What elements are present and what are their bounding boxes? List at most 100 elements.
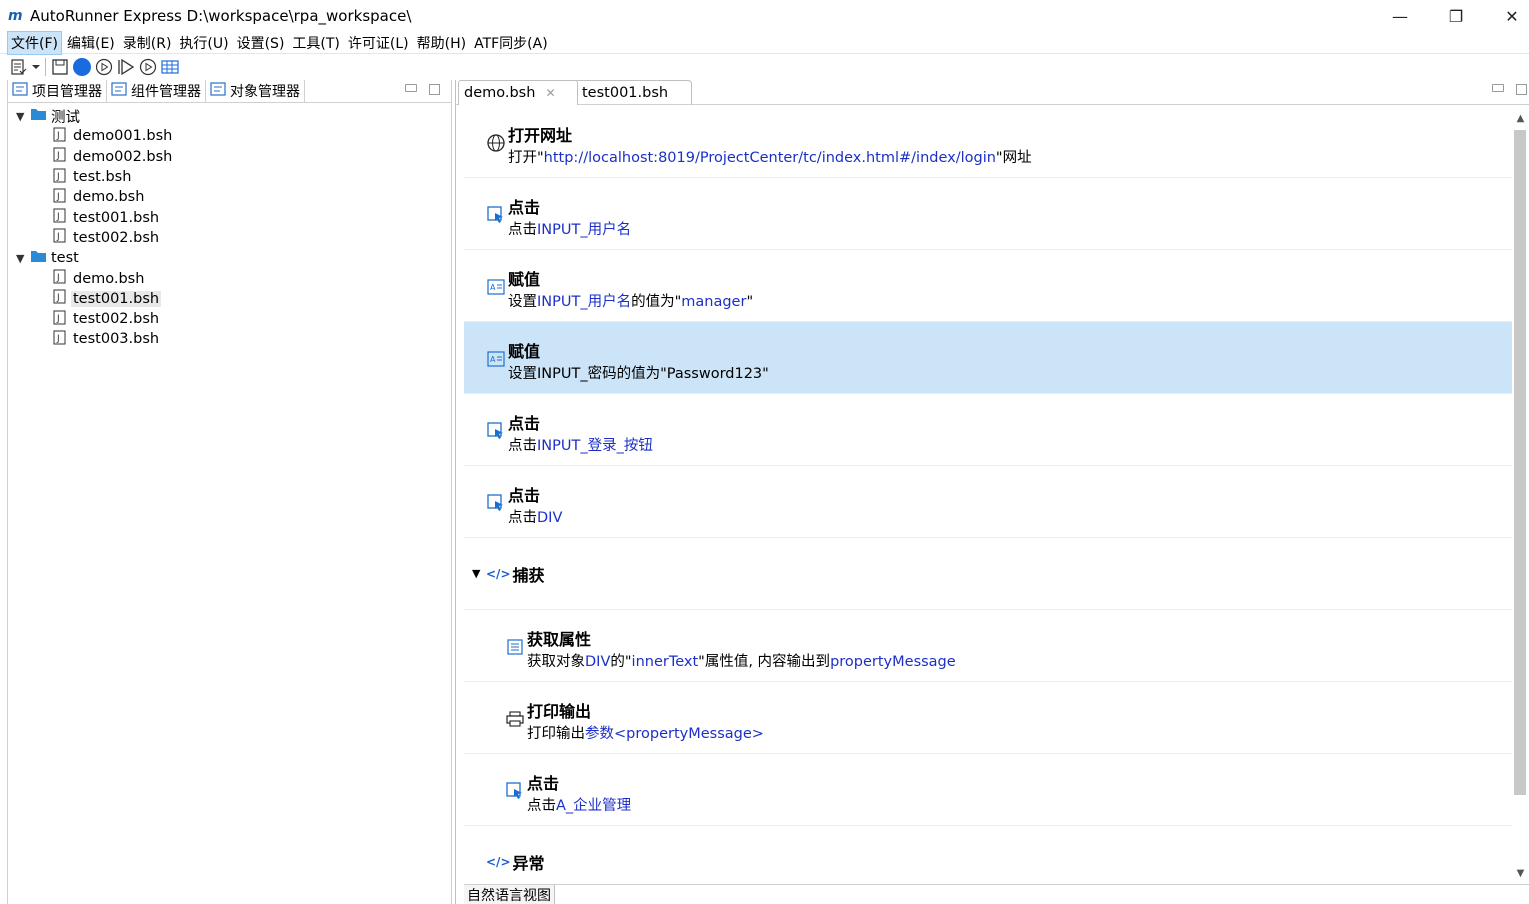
tree-file-label: demo001.bsh (73, 128, 173, 145)
script-file-icon: J (53, 289, 66, 308)
panel-maximize-button[interactable] (429, 84, 440, 95)
run-all-icon[interactable] (137, 56, 159, 78)
tree-file[interactable]: Jdemo002.bsh (8, 147, 452, 167)
tree-folder-ceshi[interactable]: ▼ 测试 (8, 106, 452, 126)
chevron-down-icon[interactable]: ▼ (16, 110, 30, 123)
menu-atf-sync[interactable]: ATF同步(A) (471, 32, 551, 54)
step-click[interactable]: 点击 点击DIV (464, 466, 1512, 538)
menu-record[interactable]: 录制(R) (120, 32, 175, 54)
step-description: 打印输出参数<propertyMessage> (527, 726, 764, 742)
menu-settings[interactable]: 设置(S) (234, 32, 288, 54)
record-icon[interactable] (71, 56, 93, 78)
panel-view-icon (12, 82, 28, 100)
svg-text:J: J (56, 273, 60, 283)
tree-file-label: demo.bsh (73, 189, 145, 206)
step-click[interactable]: 点击 点击A_企业管理 (464, 754, 1512, 826)
script-file-icon: J (53, 269, 66, 288)
tree-file[interactable]: Jtest003.bsh (8, 329, 452, 349)
step-run-icon[interactable] (115, 56, 137, 78)
save-icon[interactable] (49, 56, 71, 78)
step-assign-selected[interactable]: A 赋值 设置INPUT_密码的值为"Password123" (464, 322, 1512, 394)
bottom-view-tabs: 自然语言视图 (464, 884, 1529, 904)
step-title: 赋值 (508, 270, 541, 289)
step-get-property[interactable]: 获取属性 获取对象DIV的"innerText"属性值, 内容输出到proper… (464, 610, 1512, 682)
tab-demo-bsh[interactable]: demo.bsh ✕ (458, 80, 578, 105)
tree-file[interactable]: Jtest002.bsh (8, 228, 452, 248)
tab-project-manager[interactable]: 项目管理器 (8, 80, 107, 102)
menu-license[interactable]: 许可证(L) (345, 32, 412, 54)
group-title: 捕获 (512, 565, 545, 585)
tab-label: test001.bsh (582, 85, 669, 101)
grid-table-icon[interactable] (159, 56, 181, 78)
scroll-up-icon[interactable]: ▲ (1512, 110, 1529, 127)
step-click[interactable]: 点击 点击INPUT_用户名 (464, 178, 1512, 250)
panel-maximize-button[interactable] (1516, 84, 1527, 95)
step-description: 设置INPUT_用户名的值为"manager" (508, 294, 754, 310)
tab-test001-bsh[interactable]: test001.bsh (574, 80, 692, 105)
print-icon (506, 710, 524, 728)
left-panel: 项目管理器 组件管理器 对象管理器 ▼ 测试 Jdemo001.bsh Jdem… (7, 80, 452, 904)
tree-file[interactable]: Jtest002.bsh (8, 309, 452, 329)
tree-folder-label: test (51, 250, 79, 267)
run-icon[interactable] (93, 56, 115, 78)
step-click[interactable]: 点击 点击INPUT_登录_按钮 (464, 394, 1512, 466)
restore-button[interactable]: ❐ (1428, 0, 1484, 32)
script-steps-list: 打开网址 打开"http://localhost:8019/ProjectCen… (464, 106, 1512, 882)
tab-label: 组件管理器 (131, 84, 201, 100)
tree-file[interactable]: Jdemo001.bsh (8, 126, 452, 146)
scroll-down-icon[interactable]: ▼ (1512, 865, 1529, 882)
editor-tabs: demo.bsh ✕ test001.bsh (456, 80, 1529, 105)
new-script-icon[interactable] (8, 56, 30, 78)
svg-text:J: J (56, 314, 60, 324)
tree-file[interactable]: Jdemo.bsh (8, 268, 452, 288)
menu-file[interactable]: 文件(F) (7, 30, 62, 55)
step-print-output[interactable]: 打印输出 打印输出参数<propertyMessage> (464, 682, 1512, 754)
panel-minimize-button[interactable] (1492, 84, 1504, 92)
chevron-down-icon[interactable]: ▼ (16, 252, 30, 265)
menu-tools[interactable]: 工具(T) (289, 32, 342, 54)
panel-minimize-button[interactable] (405, 84, 417, 92)
menu-help[interactable]: 帮助(H) (414, 32, 469, 54)
tree-file[interactable]: Jdemo.bsh (8, 187, 452, 207)
script-file-icon: J (53, 228, 66, 247)
left-panel-controls (405, 84, 440, 95)
tree-file[interactable]: Jtest.bsh (8, 167, 452, 187)
svg-text:A: A (490, 283, 496, 292)
click-icon (506, 782, 524, 800)
tab-label: 项目管理器 (32, 84, 102, 100)
tab-object-manager[interactable]: 对象管理器 (206, 80, 305, 102)
tab-label: 对象管理器 (230, 84, 300, 100)
tree-file[interactable]: Jtest001.bsh (8, 207, 452, 227)
close-tab-icon[interactable]: ✕ (545, 86, 555, 100)
tab-natural-language-view[interactable]: 自然语言视图 (464, 885, 555, 904)
chevron-down-icon[interactable]: ▼ (472, 567, 486, 580)
click-icon (487, 422, 505, 440)
step-title: 点击 (508, 486, 541, 505)
script-file-icon: J (53, 310, 66, 329)
svg-text:J: J (56, 232, 60, 242)
script-file-icon: J (53, 188, 66, 207)
tree-file-label: demo.bsh (73, 270, 145, 287)
tree-file-label: test002.bsh (73, 311, 160, 328)
vertical-scrollbar[interactable]: ▲ ▼ (1512, 110, 1529, 882)
tree-file-selected[interactable]: Jtest001.bsh (8, 289, 452, 309)
script-file-icon: J (53, 208, 66, 227)
group-capture[interactable]: ▼ </> 捕获 (464, 538, 1512, 610)
close-button[interactable]: ✕ (1484, 0, 1529, 32)
folder-icon (30, 249, 47, 267)
title-bar: m AutoRunner Express D:\workspace\rpa_wo… (0, 0, 1529, 32)
dropdown-arrow-icon[interactable] (30, 56, 42, 78)
tree-folder-test[interactable]: ▼ test (8, 248, 452, 268)
step-open-url[interactable]: 打开网址 打开"http://localhost:8019/ProjectCen… (464, 106, 1512, 178)
script-file-icon: J (53, 127, 66, 146)
code-block-icon: </> (486, 566, 511, 581)
menu-run[interactable]: 执行(U) (176, 32, 231, 54)
menu-edit[interactable]: 编辑(E) (64, 32, 118, 54)
group-exception[interactable]: </> 异常 (464, 826, 1512, 882)
scrollbar-thumb[interactable] (1514, 130, 1526, 795)
step-description: 设置INPUT_密码的值为"Password123" (508, 366, 769, 382)
tab-component-manager[interactable]: 组件管理器 (107, 80, 206, 102)
step-assign[interactable]: A 赋值 设置INPUT_用户名的值为"manager" (464, 250, 1512, 322)
svg-text:A: A (490, 355, 496, 364)
minimize-button[interactable]: — (1372, 0, 1428, 32)
